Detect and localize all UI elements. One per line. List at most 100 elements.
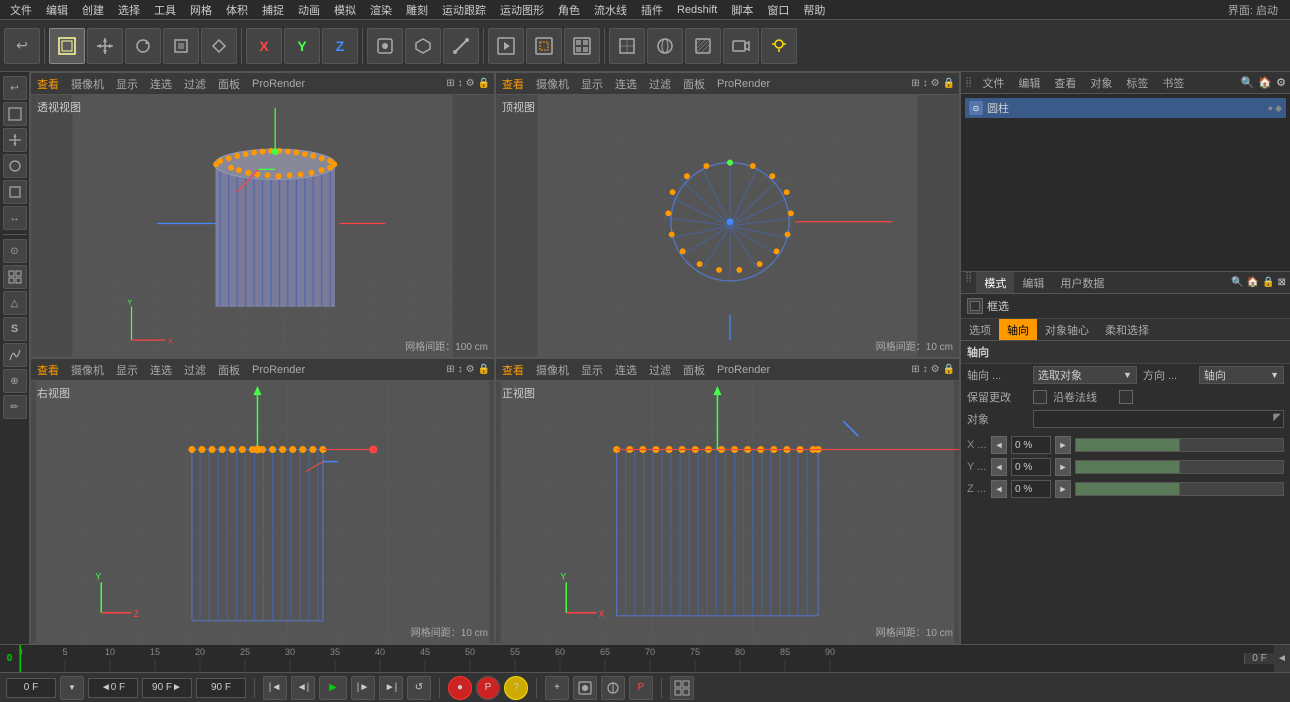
- sidebar-transform-btn[interactable]: ↔: [3, 206, 27, 230]
- rpanel-home-icon[interactable]: 🏠: [1258, 76, 1272, 89]
- render-region-btn[interactable]: [526, 28, 562, 64]
- sidebar-scale-btn[interactable]: [3, 180, 27, 204]
- menu-pipeline[interactable]: 流水线: [588, 1, 633, 19]
- z-decrement-btn[interactable]: ◄: [991, 480, 1007, 498]
- record-rot-btn[interactable]: ?: [504, 676, 528, 700]
- mode-home-icon[interactable]: 🏠: [1247, 277, 1259, 288]
- vp-front-filter-btn[interactable]: 过滤: [647, 362, 673, 378]
- sidebar-select-btn[interactable]: [3, 102, 27, 126]
- vp-persp-view-btn[interactable]: 查看: [35, 76, 61, 92]
- add-keyframe-btn[interactable]: +: [545, 676, 569, 700]
- vp-front-camera-btn[interactable]: 摄像机: [534, 362, 571, 378]
- move-tool-btn[interactable]: [87, 28, 123, 64]
- vp-right-settings-icon[interactable]: ⚙: [466, 364, 475, 375]
- x-slider[interactable]: [1075, 438, 1284, 452]
- object-item-cylinder[interactable]: ⊙ 圆柱 ● ◆: [965, 98, 1286, 118]
- vp-expand-icon[interactable]: ⊞: [446, 78, 454, 89]
- obj-lock-icon[interactable]: ◆: [1275, 103, 1282, 114]
- frame-down-btn[interactable]: ▼: [60, 676, 84, 700]
- vp-right-expand-icon[interactable]: ⊞: [446, 364, 454, 375]
- loop-btn[interactable]: ↺: [407, 676, 431, 700]
- rpanel-tag-tab[interactable]: 标签: [1122, 74, 1152, 92]
- vp-front-select-btn[interactable]: 连选: [613, 362, 639, 378]
- vp-persp-camera-btn[interactable]: 摄像机: [69, 76, 106, 92]
- render-all-btn[interactable]: [564, 28, 600, 64]
- menu-motion-track[interactable]: 运动跟踪: [436, 1, 492, 19]
- vp-arrows-icon[interactable]: ↕: [458, 78, 463, 89]
- rpanel-file-tab[interactable]: 文件: [978, 74, 1008, 92]
- keyframe-mode-btn[interactable]: [601, 676, 625, 700]
- prop-tab-axis[interactable]: 轴向: [999, 319, 1037, 340]
- sidebar-paint-btn[interactable]: ✏: [3, 395, 27, 419]
- z-field[interactable]: 0 %: [1011, 480, 1051, 498]
- vp-top-view-btn[interactable]: 查看: [500, 76, 526, 92]
- sidebar-grid-btn[interactable]: [3, 265, 27, 289]
- vp-top-arrows-icon[interactable]: ↕: [923, 78, 928, 89]
- autokey-btn[interactable]: P: [629, 676, 653, 700]
- vp-top-settings-icon[interactable]: ⚙: [931, 78, 940, 89]
- x-decrement-btn[interactable]: ◄: [991, 436, 1007, 454]
- rpanel-config-icon[interactable]: ⚙: [1276, 76, 1286, 89]
- x-increment-btn[interactable]: ►: [1055, 436, 1071, 454]
- menu-edit[interactable]: 编辑: [40, 1, 74, 19]
- y-increment-btn[interactable]: ►: [1055, 458, 1071, 476]
- y-field[interactable]: 0 %: [1011, 458, 1051, 476]
- sidebar-rotate-btn[interactable]: [3, 154, 27, 178]
- viewport-top-canvas[interactable]: X Z 顶视图 网格间距：10 cm: [496, 95, 959, 357]
- vp-right-select-btn[interactable]: 连选: [148, 362, 174, 378]
- current-frame-field[interactable]: 0 F: [6, 678, 56, 698]
- menu-select[interactable]: 选择: [112, 1, 146, 19]
- vp-top-select-btn[interactable]: 连选: [613, 76, 639, 92]
- vp-front-arrows-icon[interactable]: ↕: [923, 364, 928, 375]
- polygon-mode-btn[interactable]: [405, 28, 441, 64]
- vp-right-arrows-icon[interactable]: ↕: [458, 364, 463, 375]
- rpanel-edit-tab[interactable]: 编辑: [1014, 74, 1044, 92]
- mode-search-icon[interactable]: 🔍: [1231, 277, 1243, 288]
- del-keyframe-btn[interactable]: [573, 676, 597, 700]
- scale-tool-btn[interactable]: [163, 28, 199, 64]
- select-tool-btn[interactable]: [49, 28, 85, 64]
- menu-window[interactable]: 窗口: [761, 1, 795, 19]
- menu-animate[interactable]: 动画: [292, 1, 326, 19]
- obj-vis-icon[interactable]: ●: [1268, 103, 1273, 114]
- z-axis-btn[interactable]: Z: [322, 28, 358, 64]
- menu-create[interactable]: 创建: [76, 1, 110, 19]
- goto-start-btn[interactable]: |◄: [263, 676, 287, 700]
- vp-persp-select-btn[interactable]: 连选: [148, 76, 174, 92]
- record-btn[interactable]: ●: [448, 676, 472, 700]
- vp-top-panel-btn[interactable]: 面板: [681, 76, 707, 92]
- rotate-tool-btn[interactable]: [125, 28, 161, 64]
- end-frame2-field[interactable]: 90 F: [196, 678, 246, 698]
- grid-btn[interactable]: [670, 676, 694, 700]
- menu-sculpt[interactable]: 雕刻: [400, 1, 434, 19]
- vp-right-prorender-btn[interactable]: ProRender: [250, 364, 307, 376]
- y-decrement-btn[interactable]: ◄: [991, 458, 1007, 476]
- menu-simulate[interactable]: 模拟: [328, 1, 362, 19]
- vp-front-prorender-btn[interactable]: ProRender: [715, 364, 772, 376]
- mode-tab-mode[interactable]: 模式: [976, 272, 1014, 293]
- y-slider[interactable]: [1075, 460, 1284, 474]
- z-slider[interactable]: [1075, 482, 1284, 496]
- menu-script[interactable]: 脚本: [725, 1, 759, 19]
- menu-character[interactable]: 角色: [552, 1, 586, 19]
- vp-front-panel-btn[interactable]: 面板: [681, 362, 707, 378]
- rpanel-bookmark-tab[interactable]: 书签: [1158, 74, 1188, 92]
- vp-persp-filter-btn[interactable]: 过滤: [182, 76, 208, 92]
- vp-top-prorender-btn[interactable]: ProRender: [715, 78, 772, 90]
- menu-file[interactable]: 文件: [4, 1, 38, 19]
- next-frame-btn[interactable]: |►: [351, 676, 375, 700]
- rpanel-object-tab[interactable]: 对象: [1086, 74, 1116, 92]
- prop-tab-soft[interactable]: 柔和选择: [1097, 319, 1157, 340]
- camera-btn[interactable]: [723, 28, 759, 64]
- object-field-btn[interactable]: ◤: [1273, 412, 1281, 423]
- vp-right-filter-btn[interactable]: 过滤: [182, 362, 208, 378]
- goto-end-btn[interactable]: ►|: [379, 676, 403, 700]
- vp-persp-panel-btn[interactable]: 面板: [216, 76, 242, 92]
- sidebar-brush-btn[interactable]: ⊕: [3, 369, 27, 393]
- menu-tools[interactable]: 工具: [148, 1, 182, 19]
- object-field[interactable]: ◤: [1033, 410, 1284, 428]
- vp-top-display-btn[interactable]: 显示: [579, 76, 605, 92]
- render-btn[interactable]: [488, 28, 524, 64]
- menu-help[interactable]: 帮助: [797, 1, 831, 19]
- timeline-track[interactable]: 0 5 10 15 20 25 30 35 40 45 50 55 60 65 …: [20, 645, 1244, 673]
